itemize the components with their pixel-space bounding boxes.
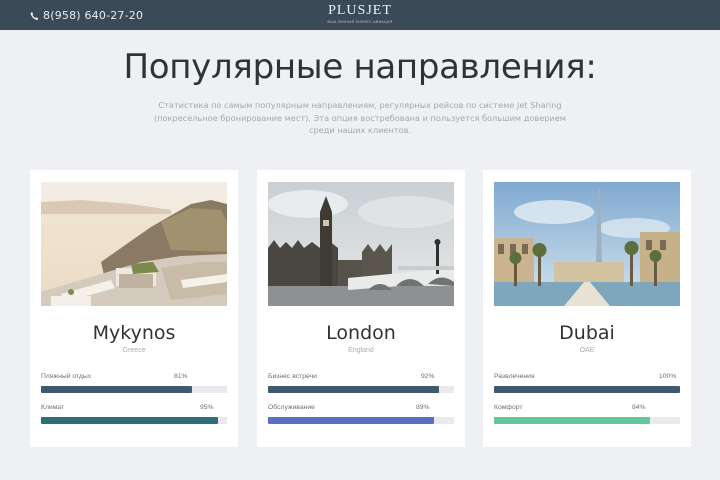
destination-city: Mykynos: [92, 322, 176, 344]
progress-fill: [268, 386, 439, 393]
destination-country: Greece: [122, 347, 146, 354]
stat-percent: 92%: [421, 373, 435, 380]
destination-card-london[interactable]: London England Бизнес встречи 92% Обслуж…: [257, 170, 465, 447]
destination-photo-mykynos: [41, 182, 227, 306]
stat-percent: 100%: [659, 373, 677, 380]
top-bar: 8(958) 640-27-20 PLUSJET ВАШ ЛИЧНЫЙ БИЗН…: [0, 0, 720, 30]
progress-track: [494, 417, 680, 424]
phone-contact[interactable]: 8(958) 640-27-20: [30, 9, 143, 22]
stat-business: Бизнес встречи 92%: [268, 373, 454, 393]
progress-fill: [41, 417, 218, 424]
stat-label: Климат: [41, 404, 65, 411]
progress-track: [268, 417, 454, 424]
progress-fill: [494, 417, 650, 424]
progress-track: [41, 386, 227, 393]
destination-city: Dubai: [559, 322, 615, 344]
destination-photo-london: [268, 182, 454, 306]
logo-text: PLUSJET: [328, 3, 392, 18]
stat-service: Обслуживание 89%: [268, 404, 454, 424]
stat-percent: 95%: [200, 404, 214, 411]
progress-track: [41, 417, 227, 424]
logo-tagline: ВАШ ЛИЧНЫЙ БИЗНЕС-АВИАЦИЯ: [327, 20, 393, 24]
destination-country: OAE: [579, 347, 595, 354]
progress-fill: [41, 386, 192, 393]
progress-fill: [494, 386, 680, 393]
stat-label: Бизнес встречи: [268, 373, 317, 380]
destination-card-dubai[interactable]: Dubai OAE Развлечения 100% Комфорт 84%: [483, 170, 691, 447]
section-subtitle: Статистика по самым популярным направлен…: [154, 100, 566, 135]
logo[interactable]: PLUSJET ВАШ ЛИЧНЫЙ БИЗНЕС-АВИАЦИЯ: [310, 3, 410, 25]
destination-card-mykynos[interactable]: Mykynos Greece Пляжный отдых 81% Климат …: [30, 170, 238, 447]
stat-label: Обслуживание: [268, 404, 315, 411]
phone-number[interactable]: 8(958) 640-27-20: [43, 9, 143, 22]
stat-entertainment: Развлечения 100%: [494, 373, 680, 393]
stat-percent: 89%: [416, 404, 430, 411]
stat-percent: 84%: [632, 404, 646, 411]
stat-comfort: Комфорт 84%: [494, 404, 680, 424]
stat-beach: Пляжный отдых 81%: [41, 373, 227, 393]
progress-track: [268, 386, 454, 393]
destination-photo-dubai: [494, 182, 680, 306]
progress-fill: [268, 417, 434, 424]
stat-label: Комфорт: [494, 404, 523, 411]
stat-percent: 81%: [174, 373, 188, 380]
stat-climate: Климат 95%: [41, 404, 227, 424]
stat-label: Развлечения: [494, 373, 535, 380]
destination-country: England: [348, 347, 374, 354]
destination-city: London: [326, 322, 396, 344]
stat-label: Пляжный отдых: [41, 373, 92, 380]
section-title: Популярные направления:: [123, 47, 597, 87]
phone-icon: [30, 11, 39, 20]
progress-track: [494, 386, 680, 393]
